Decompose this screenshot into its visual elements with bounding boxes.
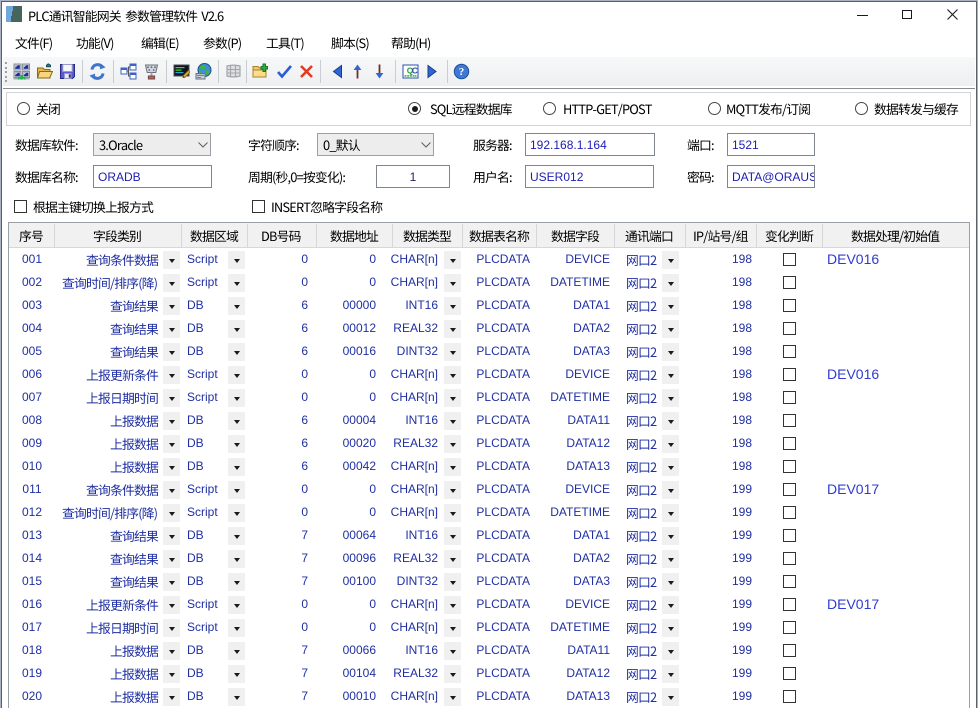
svg-text:C: C [412,66,418,76]
svg-text:?: ? [459,66,465,78]
